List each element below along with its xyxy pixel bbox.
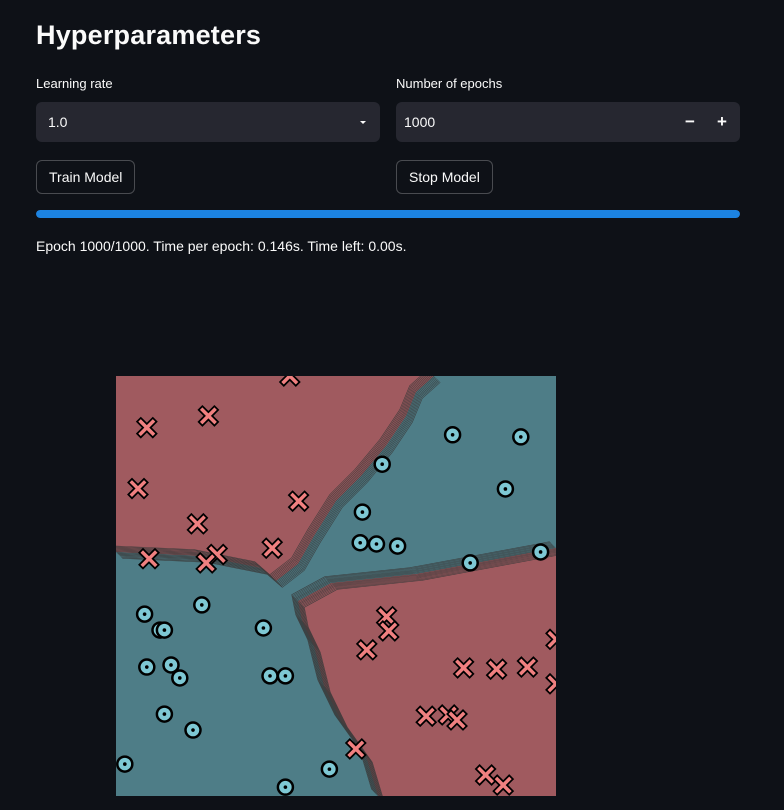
class-o-point	[261, 667, 279, 685]
class-x-point	[197, 404, 220, 427]
class-x-point	[492, 774, 515, 796]
class-x-point	[474, 764, 497, 786]
class-o-point	[512, 428, 530, 446]
class-x-point	[415, 705, 438, 728]
class-x-point	[377, 619, 400, 642]
page-title: Hyperparameters	[36, 20, 262, 50]
chevron-down-icon	[360, 121, 366, 124]
class-x-point	[138, 547, 160, 570]
status-text: Epoch 1000/1000. Time per epoch: 0.146s.…	[36, 238, 407, 254]
class-x-point	[261, 537, 284, 560]
class-x-point	[127, 477, 149, 500]
class-o-point	[367, 535, 386, 553]
decrement-button[interactable]: −	[676, 106, 704, 138]
class-x-point	[287, 490, 310, 513]
class-o-point	[276, 667, 295, 685]
learning-rate-label: Learning rate	[36, 76, 113, 91]
increment-button[interactable]: +	[708, 106, 736, 138]
class-x-point	[344, 738, 367, 760]
class-o-point	[155, 621, 174, 639]
class-o-point	[254, 619, 273, 637]
class-x-point	[355, 638, 378, 661]
train-model-button[interactable]: Train Model	[36, 160, 136, 194]
class-o-point	[373, 455, 391, 473]
class-o-point	[461, 554, 479, 572]
class-x-point	[516, 656, 539, 679]
decision-boundary-plot	[116, 376, 556, 796]
class-o-point	[443, 426, 462, 444]
class-o-point	[138, 658, 156, 676]
class-o-point	[116, 755, 134, 773]
class-o-point	[135, 605, 154, 623]
class-x-point	[446, 709, 468, 731]
class-o-point	[171, 669, 189, 687]
class-o-point	[320, 760, 339, 778]
class-x-point	[452, 656, 475, 679]
class-x-point	[195, 551, 218, 574]
class-o-point	[155, 705, 174, 723]
class-x-point	[485, 658, 508, 681]
class-o-point	[351, 533, 369, 552]
stop-model-button[interactable]: Stop Model	[396, 160, 493, 194]
class-o-point	[193, 596, 211, 614]
class-x-point	[135, 416, 158, 439]
progress-bar	[36, 210, 740, 218]
epochs-number-input[interactable]: 1000 − +	[396, 102, 740, 142]
class-o-point	[276, 778, 295, 796]
learning-rate-value: 1.0	[48, 114, 68, 130]
progress-fill	[36, 210, 740, 218]
class-o-point	[531, 543, 550, 561]
epochs-value: 1000	[404, 114, 436, 130]
class-o-point	[184, 721, 202, 739]
class-o-point	[496, 480, 515, 498]
class-x-point	[186, 512, 209, 535]
class-o-point	[353, 503, 372, 521]
epochs-label: Number of epochs	[396, 76, 503, 91]
class-o-point	[388, 537, 407, 555]
learning-rate-select[interactable]: 1.0	[36, 102, 380, 142]
